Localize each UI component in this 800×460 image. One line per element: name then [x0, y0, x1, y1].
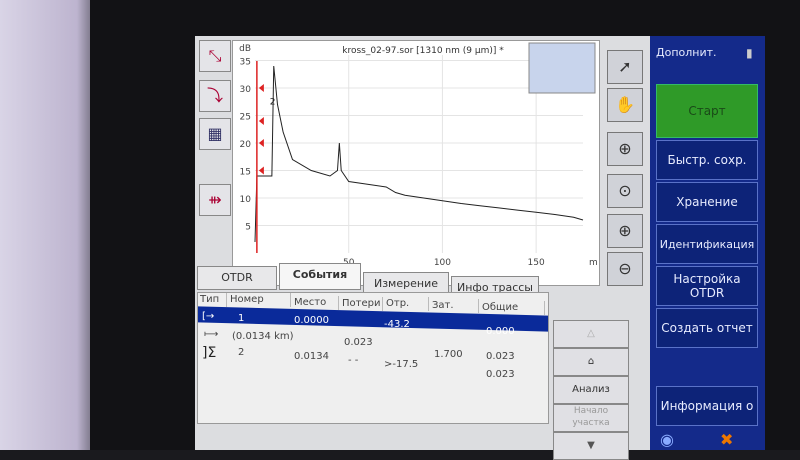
row-total: 0.023 [486, 369, 515, 380]
row-place: 0.0000 [294, 315, 329, 326]
zoom-vertical-icon[interactable]: ⊕ [607, 132, 643, 166]
identification-button[interactable]: Идентификация [656, 224, 758, 264]
x-tick-label: 100 [434, 258, 451, 268]
trace-chart[interactable]: 353025201510550100150dBmkross_02-97.sor … [232, 40, 600, 286]
y-unit-label: dB [239, 44, 251, 54]
row-span-loss: 0.023 [344, 337, 373, 348]
start-button[interactable]: Старт [656, 84, 758, 138]
zoom-in-icon[interactable]: ⊕ [607, 214, 643, 248]
help-icon[interactable]: ◉ [660, 430, 674, 449]
table-view-icon[interactable]: ▦ [199, 118, 231, 150]
header-reflectance[interactable]: Отр. [384, 297, 429, 311]
header-type[interactable]: Тип [198, 293, 227, 307]
header-attenuation[interactable]: Зат. [430, 299, 479, 313]
span-icon: ⟼ [204, 329, 219, 340]
marker-arrow [258, 166, 264, 175]
header-place[interactable]: Место [292, 296, 339, 310]
y-tick-label: 15 [240, 168, 251, 178]
row-total: 0.023 [486, 351, 515, 362]
zoom-out-icon[interactable]: ⊖ [607, 252, 643, 286]
y-tick-label: 10 [240, 195, 252, 205]
quick-save-button[interactable]: Быстр. сохр. [656, 140, 758, 180]
trace-view-icon[interactable]: ⤡ [199, 40, 231, 72]
storage-button[interactable]: Хранение [656, 182, 758, 222]
trace-plot: 353025201510550100150dBmkross_02-97.sor … [239, 42, 598, 268]
x-unit-label: m [589, 258, 598, 268]
sidebar-title[interactable]: Дополнит. [656, 46, 717, 59]
marker-arrow [258, 139, 264, 147]
zoom-fit-icon[interactable]: ⊙ [607, 174, 643, 208]
row-reflectance: >-17.5 [384, 359, 419, 370]
start-event-icon: [→ [202, 311, 215, 322]
hand-tool-icon[interactable]: ✋ [607, 88, 643, 122]
events-table: Тип Номер Место Потери Отр. Зат. Общие [… [197, 292, 549, 424]
row-attenuation: 1.700 [434, 349, 463, 360]
otdr-screen: ⤡ ⤵ ▦ ⇻ 353025201510550100150dBmkross_02… [195, 36, 765, 460]
x-tick-label: 150 [528, 258, 545, 268]
otdr-setup-button[interactable]: Настройка OTDR [656, 266, 758, 306]
y-tick-label: 35 [240, 58, 251, 68]
row-number: 2 [238, 347, 245, 358]
close-icon[interactable]: ✖ [720, 430, 733, 449]
header-total[interactable]: Общие [480, 301, 545, 315]
marker-arrow [258, 117, 264, 125]
trace-overview-icon[interactable]: ⤵ [199, 80, 231, 112]
row-reflectance: -43.2 [384, 319, 410, 330]
battery-icon: ▮ [746, 46, 753, 60]
analyze-button[interactable]: Анализ [553, 376, 629, 404]
tab-events[interactable]: События [279, 263, 361, 290]
marker-arrow [258, 84, 264, 92]
pointer-tool-icon[interactable]: ➚ [607, 50, 643, 84]
event-marker-icon[interactable]: ⇻ [199, 184, 231, 216]
header-loss[interactable]: Потери [340, 297, 383, 311]
scroll-down-button[interactable]: ▼ [553, 432, 629, 460]
end-event-sum-icon: ]Σ [202, 345, 217, 361]
info-button[interactable]: Информация о [656, 386, 758, 426]
sidebar: Дополнит. ▮ Старт Быстр. сохр. Хранение … [650, 36, 765, 450]
y-tick-label: 25 [240, 113, 251, 123]
row-place: 0.0134 [294, 351, 329, 362]
marker-label: 2 [270, 98, 276, 108]
section-start-button[interactable]: Начало участка [553, 404, 629, 432]
header-number[interactable]: Номер [228, 293, 291, 307]
zoom-event-button[interactable]: ⌂ [553, 348, 629, 376]
overview-thumbnail [528, 42, 596, 94]
y-tick-label: 30 [240, 85, 252, 95]
scroll-up-button[interactable]: △ [553, 320, 629, 348]
row-number: 1 [238, 313, 245, 324]
chart-title: kross_02-97.sor [1310 nm (9 µm)] * [342, 46, 504, 56]
y-tick-label: 20 [240, 140, 252, 150]
tab-otdr[interactable]: OTDR [197, 266, 277, 290]
row-total: 0.000 [486, 326, 515, 337]
row-loss: - - [348, 355, 359, 366]
row-span-length: (0.0134 km) [232, 331, 294, 342]
y-tick-label: 5 [245, 223, 251, 233]
create-report-button[interactable]: Создать отчет [656, 308, 758, 348]
